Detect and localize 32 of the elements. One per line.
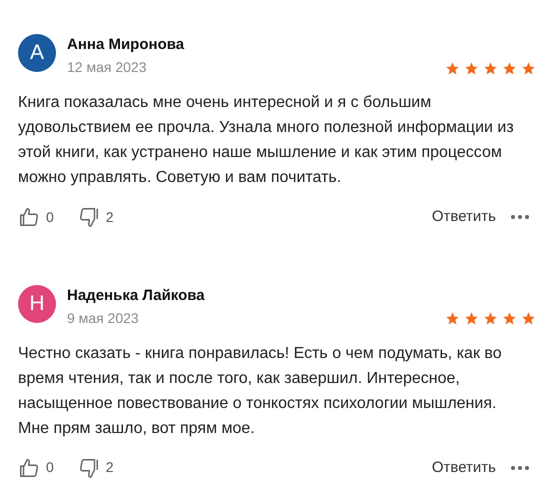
star-icon: [464, 311, 479, 326]
review-date: 9 мая 2023: [67, 308, 139, 328]
like-button[interactable]: 0: [18, 456, 54, 479]
thumbs-down-icon: [78, 456, 100, 479]
star-icon: [445, 60, 460, 76]
review-text: Честно сказать - книга понравилась! Есть о чем подумать, как во время чтения, так и после того, как завершил. Интересное, насыщенное повествование о тонкостях психологии мышления. Мне прям зашло, вот прям мое.: [18, 344, 503, 438]
thumbs-down-icon: [78, 206, 100, 228]
review-date: 12 мая 2023: [67, 58, 146, 77]
more-icon: [510, 214, 530, 220]
avatar: А: [18, 34, 56, 72]
more-button[interactable]: [510, 464, 530, 471]
reviewer-name: Наденька Лайкова: [67, 286, 206, 306]
reply-button[interactable]: Ответить: [432, 456, 496, 479]
review-text: Книга показалась мне очень интересной и я с большим удовольствием ее прочла. Узнала много полезной информации из этой книги, как устранено наше мышление и как этим процессом можно управлять. Советую и вам почитать.: [18, 93, 515, 188]
star-icon: [445, 311, 460, 326]
star-icon: [483, 311, 498, 326]
star-icon: [502, 60, 517, 76]
star-icon: [483, 60, 498, 76]
thumbs-up-icon: [18, 456, 40, 479]
avatar: Н: [18, 284, 56, 322]
thumbs-up-icon: [18, 206, 40, 228]
star-icon: [502, 311, 517, 326]
more-icon: [510, 464, 530, 471]
more-button[interactable]: [510, 214, 530, 220]
star-icon: [521, 311, 536, 326]
star-icon: [521, 60, 536, 76]
reviewer-name: Анна Миронова: [67, 35, 186, 55]
dislike-button[interactable]: 2: [78, 206, 114, 228]
like-button[interactable]: 0: [18, 206, 54, 228]
dislike-button[interactable]: 2: [78, 456, 114, 479]
star-icon: [464, 60, 479, 76]
reply-button[interactable]: Ответить: [432, 206, 496, 228]
